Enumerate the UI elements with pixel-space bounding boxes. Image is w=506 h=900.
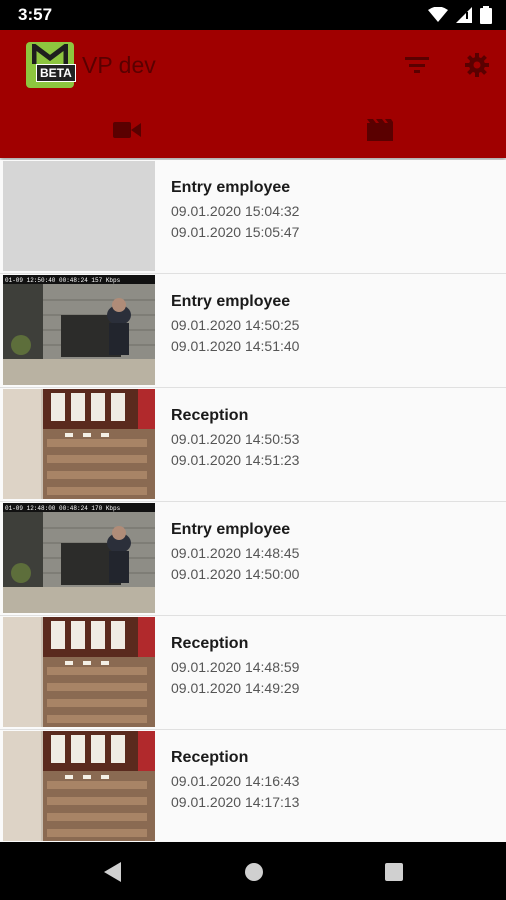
recording-end-time: 09.01.2020 14:51:40 — [171, 338, 300, 354]
wifi-icon — [428, 7, 448, 22]
recording-title: Reception — [171, 749, 249, 766]
list-item[interactable]: Reception 09.01.2020 14:48:59 09.01.2020… — [0, 616, 506, 730]
camera-snapshot-reception — [3, 389, 155, 499]
recording-start-time: 09.01.2020 14:48:45 — [171, 545, 300, 561]
recording-end-time: 09.01.2020 14:50:00 — [171, 566, 300, 582]
status-icons — [428, 6, 492, 24]
list-item[interactable]: Entry employee 09.01.2020 15:04:32 09.01… — [0, 160, 506, 274]
recordings-list: Entry employee 09.01.2020 15:04:32 09.01… — [0, 160, 506, 842]
home-icon — [245, 863, 263, 881]
thumbnail-placeholder — [3, 161, 155, 271]
recording-thumbnail: 01-09 12:50:40 00:48:24 157 Kbps — [3, 275, 155, 385]
snapshot-overlay: 01-09 12:50:40 00:48:24 157 Kbps — [5, 277, 121, 284]
recording-start-time: 09.01.2020 14:50:53 — [171, 431, 300, 447]
tab-recordings[interactable] — [253, 102, 506, 158]
recording-title: Reception — [171, 407, 249, 424]
camera-snapshot-reception — [3, 617, 155, 727]
recording-title: Reception — [171, 635, 249, 652]
status-time: 3:57 — [18, 5, 53, 24]
home-button[interactable] — [242, 860, 266, 884]
filter-button[interactable] — [400, 48, 434, 82]
recording-start-time: 09.01.2020 14:48:59 — [171, 659, 300, 675]
recording-thumbnail: 01-09 12:48:00 00:48:24 170 Kbps — [3, 503, 155, 613]
beta-badge: BETA — [36, 64, 76, 82]
status-bar: 3:57 — [0, 0, 506, 30]
recording-thumbnail — [3, 161, 155, 271]
list-item[interactable]: Reception 09.01.2020 14:16:43 09.01.2020… — [0, 730, 506, 842]
recording-thumbnail — [3, 617, 155, 727]
recording-end-time: 09.01.2020 15:05:47 — [171, 224, 300, 240]
list-item[interactable]: 01-09 12:48:00 00:48:24 170 Kbps Entry e… — [0, 502, 506, 616]
recording-end-time: 09.01.2020 14:17:13 — [171, 794, 300, 810]
recording-start-time: 09.01.2020 14:50:25 — [171, 317, 300, 333]
app-logo: BETA — [26, 42, 76, 88]
back-icon — [104, 862, 121, 882]
settings-button[interactable] — [460, 48, 494, 82]
app-title: VP dev — [82, 52, 156, 78]
tab-bar — [0, 102, 506, 158]
battery-icon — [480, 6, 492, 24]
tab-live[interactable] — [0, 102, 253, 158]
camera-snapshot-entry: 01-09 12:50:40 00:48:24 157 Kbps — [3, 275, 155, 385]
recents-icon — [385, 863, 403, 881]
recording-title: Entry employee — [171, 521, 291, 538]
recording-start-time: 09.01.2020 15:04:32 — [171, 203, 300, 219]
app-bar: BETA VP dev — [0, 30, 506, 158]
back-button[interactable] — [101, 860, 125, 884]
videocam-icon — [112, 122, 141, 138]
list-item[interactable]: Reception 09.01.2020 14:50:53 09.01.2020… — [0, 388, 506, 502]
recording-start-time: 09.01.2020 14:16:43 — [171, 773, 300, 789]
list-item[interactable]: 01-09 12:50:40 00:48:24 157 Kbps Entry e… — [0, 274, 506, 388]
recording-title: Entry employee — [171, 179, 291, 196]
camera-snapshot-reception — [3, 731, 155, 841]
recording-end-time: 09.01.2020 14:49:29 — [171, 680, 300, 696]
camera-snapshot-entry: 01-09 12:48:00 00:48:24 170 Kbps — [3, 503, 155, 613]
recording-thumbnail — [3, 389, 155, 499]
recording-end-time: 09.01.2020 14:51:23 — [171, 452, 300, 468]
navigation-bar — [0, 842, 506, 900]
recording-thumbnail — [3, 731, 155, 841]
logo-mark-icon — [32, 44, 68, 64]
signal-icon — [456, 7, 472, 23]
movie-icon — [366, 119, 393, 141]
recording-title: Entry employee — [171, 293, 291, 310]
settings-icon — [465, 53, 489, 77]
recents-button[interactable] — [382, 860, 406, 884]
snapshot-overlay: 01-09 12:48:00 00:48:24 170 Kbps — [5, 505, 121, 512]
filter-icon — [405, 57, 429, 73]
